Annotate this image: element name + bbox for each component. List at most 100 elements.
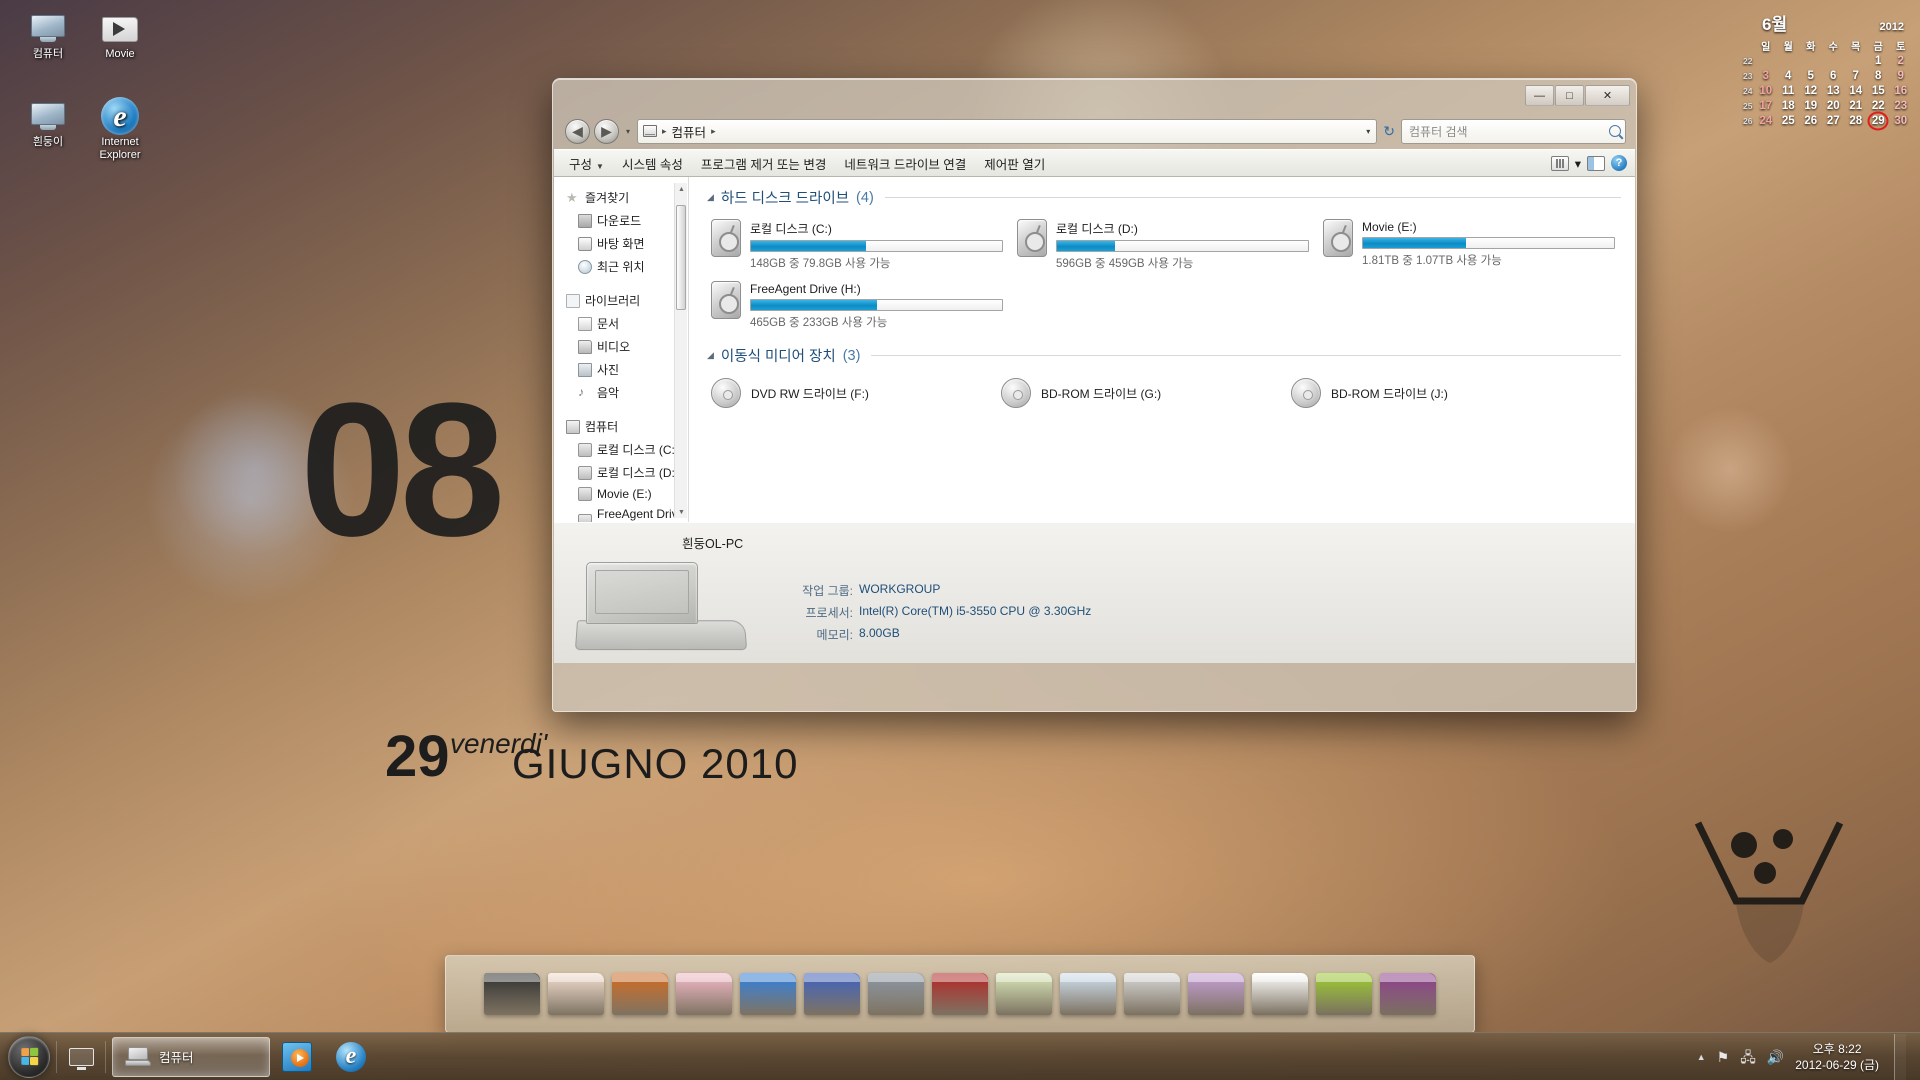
calendar-day[interactable]: 4 — [1777, 68, 1800, 83]
navpane-item[interactable]: 로컬 디스크 (D:) — [554, 461, 688, 484]
drive-item[interactable]: Movie (E:) 1.81TB 중 1.07TB 사용 가능 — [1319, 214, 1619, 276]
navpane-group-3[interactable]: 컴퓨터 — [554, 415, 688, 438]
calendar-day[interactable]: 28 — [1845, 113, 1868, 128]
calendar-day[interactable]: 8 — [1867, 68, 1890, 83]
chevron-down-icon[interactable]: ▾ — [1366, 127, 1373, 136]
show-desktop-button[interactable] — [1894, 1033, 1906, 1080]
taskbar-item-internet-explorer[interactable] — [324, 1037, 378, 1077]
section-header-hard-disks[interactable]: ◢ 하드 디스크 드라이브 (4) — [707, 187, 1635, 208]
taskbar-item-computer[interactable]: 컴퓨터 — [112, 1036, 270, 1077]
dock-folder-icon[interactable] — [1188, 973, 1244, 1015]
section-header-removable-media[interactable]: ◢ 이동식 미디어 장치 (3) — [707, 345, 1635, 366]
volume-icon[interactable]: 🔊 — [1767, 1050, 1784, 1064]
collapse-triangle-icon[interactable]: ◢ — [707, 192, 714, 203]
dock-folder-icon[interactable] — [996, 973, 1052, 1015]
navigation-pane[interactable]: ★ 즐겨찾기 다운로드 바탕 화면 최근 위치 라이브러리 문서 비디오 사진 ♪ 음악 컴퓨터 로컬 … — [554, 177, 689, 522]
navpane-item[interactable]: 비디오 — [554, 335, 688, 358]
window-titlebar[interactable]: — □ ✕ — [553, 79, 1636, 113]
dock-folder-icon[interactable] — [1316, 973, 1372, 1015]
navpane-item[interactable]: 바탕 화면 — [554, 232, 688, 255]
calendar-day[interactable]: 20 — [1822, 98, 1845, 113]
desktop-icon-internet-explorer[interactable]: Internet Explorer — [80, 96, 160, 162]
show-hidden-icons-icon[interactable]: ▲ — [1697, 1052, 1706, 1062]
dock-folder-icon[interactable] — [804, 973, 860, 1015]
explorer-window[interactable]: — □ ✕ ◀ ▶ ▾ ▸ 컴퓨터 ▸ ▾ ↻ 컴퓨터 검색 구성 ▼ 시스템 속… — [552, 78, 1637, 712]
calendar-day[interactable]: 5 — [1800, 68, 1823, 83]
navpane-item[interactable]: 로컬 디스크 (C:) — [554, 438, 688, 461]
optical-drive-item[interactable]: DVD RW 드라이브 (F:) — [707, 372, 997, 414]
folder-dock[interactable] — [445, 955, 1475, 1033]
history-dropdown-icon[interactable]: ▾ — [623, 127, 633, 136]
help-icon[interactable]: ? — [1611, 155, 1627, 171]
desktop-icon-movie[interactable]: Movie — [80, 8, 160, 61]
calendar-day[interactable]: 10 — [1755, 83, 1778, 98]
address-bar[interactable]: ▸ 컴퓨터 ▸ ▾ — [637, 118, 1378, 144]
calendar-day[interactable]: 9 — [1890, 68, 1913, 83]
navpane-item[interactable]: ♪ 음악 — [554, 381, 688, 404]
calendar-day[interactable]: 3 — [1755, 68, 1778, 83]
dock-folder-icon[interactable] — [740, 973, 796, 1015]
calendar-day[interactable]: 14 — [1845, 83, 1868, 98]
calendar-day[interactable]: 13 — [1822, 83, 1845, 98]
dock-folder-icon[interactable] — [1124, 973, 1180, 1015]
show-desktop-left-button[interactable] — [63, 1038, 99, 1076]
breadcrumb-computer[interactable]: 컴퓨터 — [672, 122, 707, 141]
calendar-day[interactable]: 12 — [1800, 83, 1823, 98]
network-icon[interactable]: 🖧 — [1740, 1050, 1756, 1064]
dock-folder-icon[interactable] — [612, 973, 668, 1015]
forward-button[interactable]: ▶ — [594, 118, 619, 144]
navpane-group-1[interactable]: ★ 즐겨찾기 — [554, 186, 688, 209]
command-map-network-drive[interactable]: 네트워크 드라이브 연결 — [835, 150, 975, 177]
scrollbar-thumb[interactable] — [676, 205, 686, 310]
optical-drive-item[interactable]: BD-ROM 드라이브 (J:) — [1287, 372, 1577, 414]
maximize-button[interactable]: □ — [1555, 85, 1584, 106]
dock-folder-icon[interactable] — [484, 973, 540, 1015]
clock[interactable]: 오후 8:22 2012-06-29 (금) — [1795, 1041, 1883, 1073]
search-input[interactable]: 컴퓨터 검색 — [1401, 118, 1626, 144]
drive-item[interactable]: 로컬 디스크 (C:) 148GB 중 79.8GB 사용 가능 — [707, 214, 1007, 276]
scroll-down-icon[interactable]: ▼ — [675, 506, 688, 518]
calendar-gadget[interactable]: 6월 2012 일 월 화 수 목 금 토 22 1 2 23 3 4 5 6 7 8 9 24 10 1… — [1732, 10, 1912, 128]
drive-item[interactable]: 로컬 디스크 (D:) 596GB 중 459GB 사용 가능 — [1013, 214, 1313, 276]
flag-icon[interactable]: ⚑ — [1717, 1050, 1730, 1064]
navpane-item[interactable]: 다운로드 — [554, 209, 688, 232]
dock-folder-icon[interactable] — [548, 973, 604, 1015]
calendar-day[interactable]: 26 — [1800, 113, 1823, 128]
dock-folder-icon[interactable] — [932, 973, 988, 1015]
desktop-icon-heundungi[interactable]: 흰둥이 — [8, 96, 88, 149]
command-organize[interactable]: 구성 ▼ — [560, 150, 613, 177]
taskbar-item-media-player[interactable] — [270, 1037, 324, 1077]
calendar-day[interactable]: 18 — [1777, 98, 1800, 113]
back-button[interactable]: ◀ — [565, 118, 590, 144]
desktop-icon-computer[interactable]: 컴퓨터 — [8, 8, 88, 61]
calendar-day[interactable]: 29 — [1867, 113, 1890, 128]
calendar-day[interactable]: 1 — [1867, 53, 1890, 68]
navpane-item[interactable]: FreeAgent Drive ( — [554, 504, 688, 522]
taskbar[interactable]: 컴퓨터 ▲ ⚑ 🖧 🔊 오후 8:22 2012-06-29 (금) — [0, 1032, 1920, 1080]
minimize-button[interactable]: — — [1525, 85, 1554, 106]
navpane-item[interactable]: 최근 위치 — [554, 255, 688, 278]
calendar-day[interactable]: 11 — [1777, 83, 1800, 98]
dock-folder-icon[interactable] — [1380, 973, 1436, 1015]
navpane-item[interactable]: 문서 — [554, 312, 688, 335]
calendar-day[interactable]: 24 — [1755, 113, 1778, 128]
calendar-day[interactable]: 6 — [1822, 68, 1845, 83]
calendar-day[interactable]: 23 — [1890, 98, 1913, 113]
calendar-day[interactable]: 19 — [1800, 98, 1823, 113]
navpane-group-2[interactable]: 라이브러리 — [554, 289, 688, 312]
calendar-day[interactable]: 25 — [1777, 113, 1800, 128]
navpane-scrollbar[interactable]: ▲ ▼ — [674, 183, 687, 518]
dock-folder-icon[interactable] — [1252, 973, 1308, 1015]
scroll-up-icon[interactable]: ▲ — [675, 183, 688, 195]
dock-folder-icon[interactable] — [676, 973, 732, 1015]
start-button[interactable] — [8, 1035, 50, 1078]
command-system-properties[interactable]: 시스템 속성 — [613, 150, 692, 177]
calendar-day[interactable]: 27 — [1822, 113, 1845, 128]
change-view-icon[interactable] — [1550, 155, 1569, 171]
command-open-control-panel[interactable]: 제어판 열기 — [975, 150, 1054, 177]
preview-pane-icon[interactable] — [1587, 155, 1605, 171]
calendar-day[interactable]: 16 — [1890, 83, 1913, 98]
command-uninstall-change-program[interactable]: 프로그램 제거 또는 변경 — [692, 150, 835, 177]
optical-drive-item[interactable]: BD-ROM 드라이브 (G:) — [997, 372, 1287, 414]
calendar-day[interactable]: 7 — [1845, 68, 1868, 83]
